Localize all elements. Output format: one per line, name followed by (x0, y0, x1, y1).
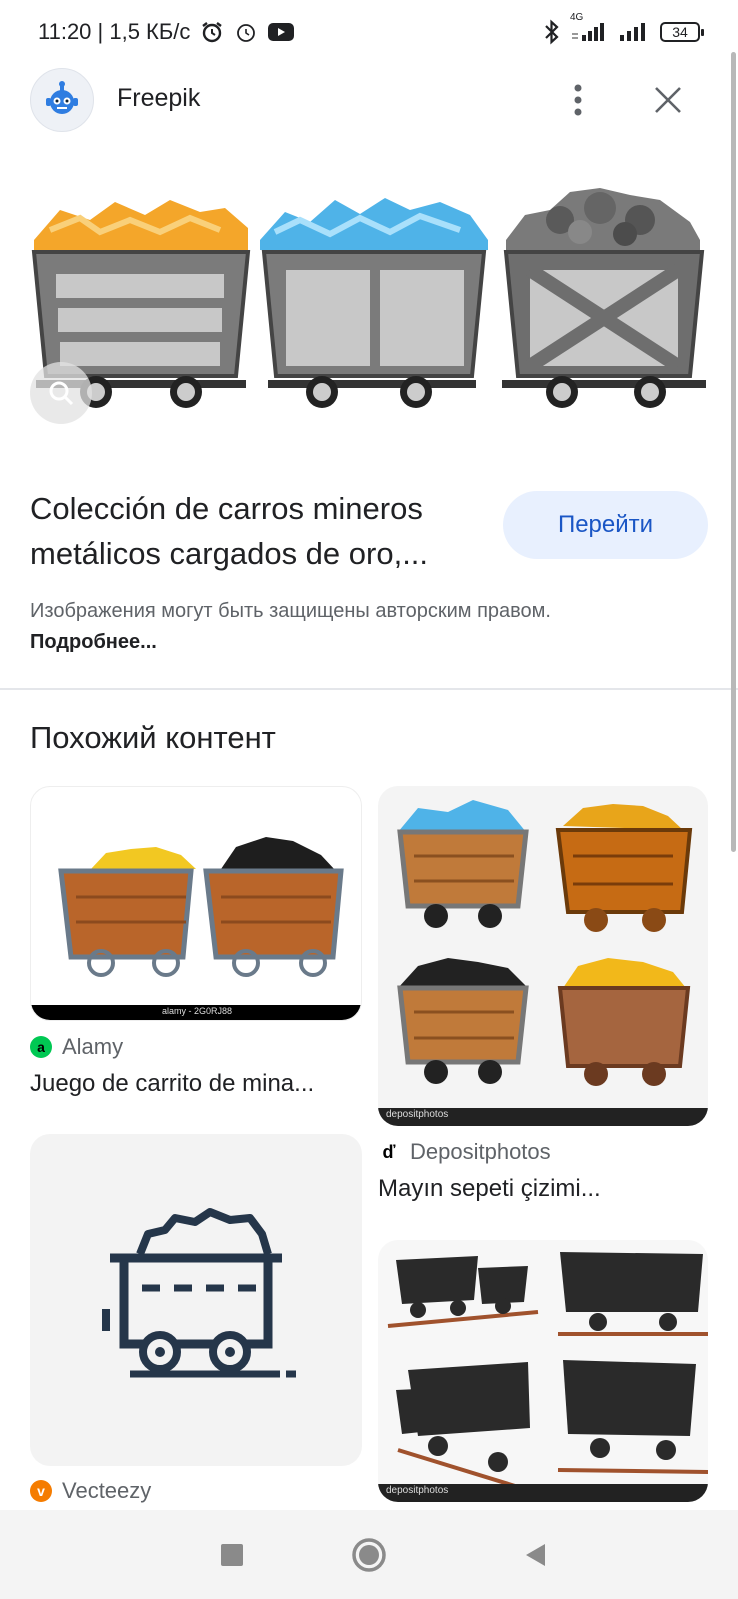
depositphotos-logo-icon: ď (378, 1141, 400, 1163)
signal-4g-icon: 4G (570, 12, 608, 43)
section-divider (0, 688, 738, 690)
alamy-logo-icon: a (30, 1036, 52, 1058)
card-source-name: Vecteezy (62, 1478, 152, 1503)
signal-icon (618, 21, 650, 43)
scrollbar[interactable] (731, 52, 736, 852)
recents-square-icon[interactable] (215, 1538, 249, 1572)
battery-level: 34 (672, 24, 688, 40)
freepik-logo-icon[interactable] (30, 68, 94, 132)
alarm-icon (200, 20, 224, 44)
bluetooth-icon (544, 19, 560, 45)
card-source-name: Depositphotos (410, 1139, 551, 1164)
similar-card-image[interactable]: alamy - 2G0RJ88 (30, 786, 362, 1021)
vecteezy-logo-icon: v (30, 1480, 52, 1502)
similar-content-heading: Похожий контент (30, 720, 276, 755)
battery-icon: 34 (660, 22, 704, 42)
lens-search-icon[interactable] (30, 362, 92, 424)
result-title[interactable]: Colección de carros mineros metálicos ca… (30, 486, 485, 576)
youtube-icon (268, 22, 295, 42)
clock-icon (234, 20, 258, 44)
copyright-text: Изображения могут быть защищены авторски… (30, 600, 551, 622)
result-image[interactable] (0, 170, 738, 460)
card-source[interactable]: ď Depositphotos (378, 1139, 551, 1165)
status-bar: 11:20 | 1,5 КБ/с 4G 34 (0, 0, 738, 64)
close-icon[interactable] (648, 80, 688, 120)
card-watermark: alamy - 2G0RJ88 (161, 1006, 233, 1016)
more-options-icon[interactable] (562, 80, 594, 120)
crystal-cart-image (260, 198, 488, 408)
card-watermark: depositphotos (386, 1109, 449, 1120)
system-nav-bar (0, 1510, 738, 1599)
coal-cart-image (502, 188, 706, 408)
similar-card-image[interactable] (30, 1134, 362, 1466)
status-time: 11:20 | 1,5 КБ/с (38, 19, 191, 44)
card-source-name: Alamy (62, 1034, 124, 1059)
card-title[interactable]: Mayın sepeti çizimi... (378, 1175, 698, 1203)
home-circle-icon[interactable] (350, 1536, 388, 1574)
source-header: Freepik (0, 68, 738, 134)
card-source[interactable]: a Alamy (30, 1034, 123, 1060)
card-title[interactable]: Juego de carrito de mina... (30, 1070, 350, 1098)
copyright-notice: Изображения могут быть защищены авторски… (30, 596, 630, 658)
card-watermark: depositphotos (386, 1485, 449, 1496)
card-source[interactable]: v Vecteezy (30, 1478, 151, 1504)
visit-button[interactable]: Перейти (503, 491, 708, 559)
back-triangle-icon[interactable] (519, 1538, 553, 1572)
similar-card-image[interactable]: depositphotos (378, 1240, 708, 1502)
source-title[interactable]: Freepik (117, 84, 200, 113)
more-info-link[interactable]: Подробнее... (30, 631, 157, 653)
similar-card-image[interactable]: depositphotos (378, 786, 708, 1126)
